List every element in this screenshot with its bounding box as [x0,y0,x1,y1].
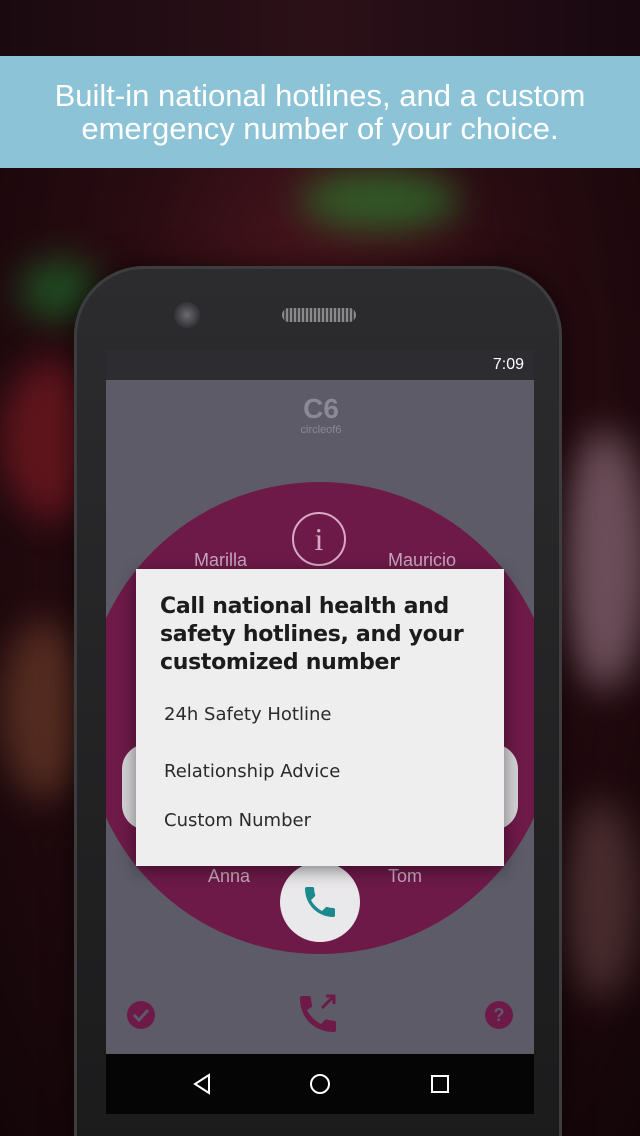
app-logo: C6 circleof6 [286,394,356,444]
bokeh-light [300,170,460,230]
bokeh-light [560,430,640,690]
status-time: 7:09 [492,356,524,373]
call-button[interactable] [280,862,360,942]
bottom-toolbar: ? [106,990,534,1054]
contact-name[interactable]: Anna [208,866,250,887]
info-icon[interactable]: i [292,512,346,566]
promo-banner: Built-in national hotlines, and a custom… [0,56,640,168]
status-bar: 7:09 [106,350,534,380]
bokeh-light [560,800,640,1000]
dialog-title: Call national health and safety hotlines… [160,594,464,675]
logo-text: circleof6 [300,424,342,436]
info-symbol: i [314,521,324,557]
svg-text:?: ? [494,1005,505,1025]
background-top-band [0,0,640,56]
check-icon[interactable] [126,1000,156,1030]
contact-name[interactable]: Marilla [194,550,247,571]
dialog-option-custom-number[interactable]: Custom Number [164,801,484,841]
dialog-option-relationship-advice[interactable]: Relationship Advice [164,752,484,792]
outgoing-call-icon[interactable] [294,990,342,1038]
speaker-grille [282,308,356,322]
android-nav-bar [106,1054,534,1114]
phone-icon [305,887,335,917]
recents-icon[interactable] [428,1072,452,1096]
contact-name[interactable]: Tom [388,866,422,887]
help-icon[interactable]: ? [484,1000,514,1030]
back-icon[interactable] [190,1072,214,1096]
dialog-option-safety-hotline[interactable]: 24h Safety Hotline [164,695,484,735]
logo-mark: C6 [303,393,339,424]
contact-name[interactable]: Mauricio [388,550,456,571]
hotline-dialog: Call national health and safety hotlines… [136,569,504,866]
banner-text: Built-in national hotlines, and a custom… [54,78,586,146]
camera-icon [174,302,200,328]
home-icon[interactable] [308,1072,332,1096]
